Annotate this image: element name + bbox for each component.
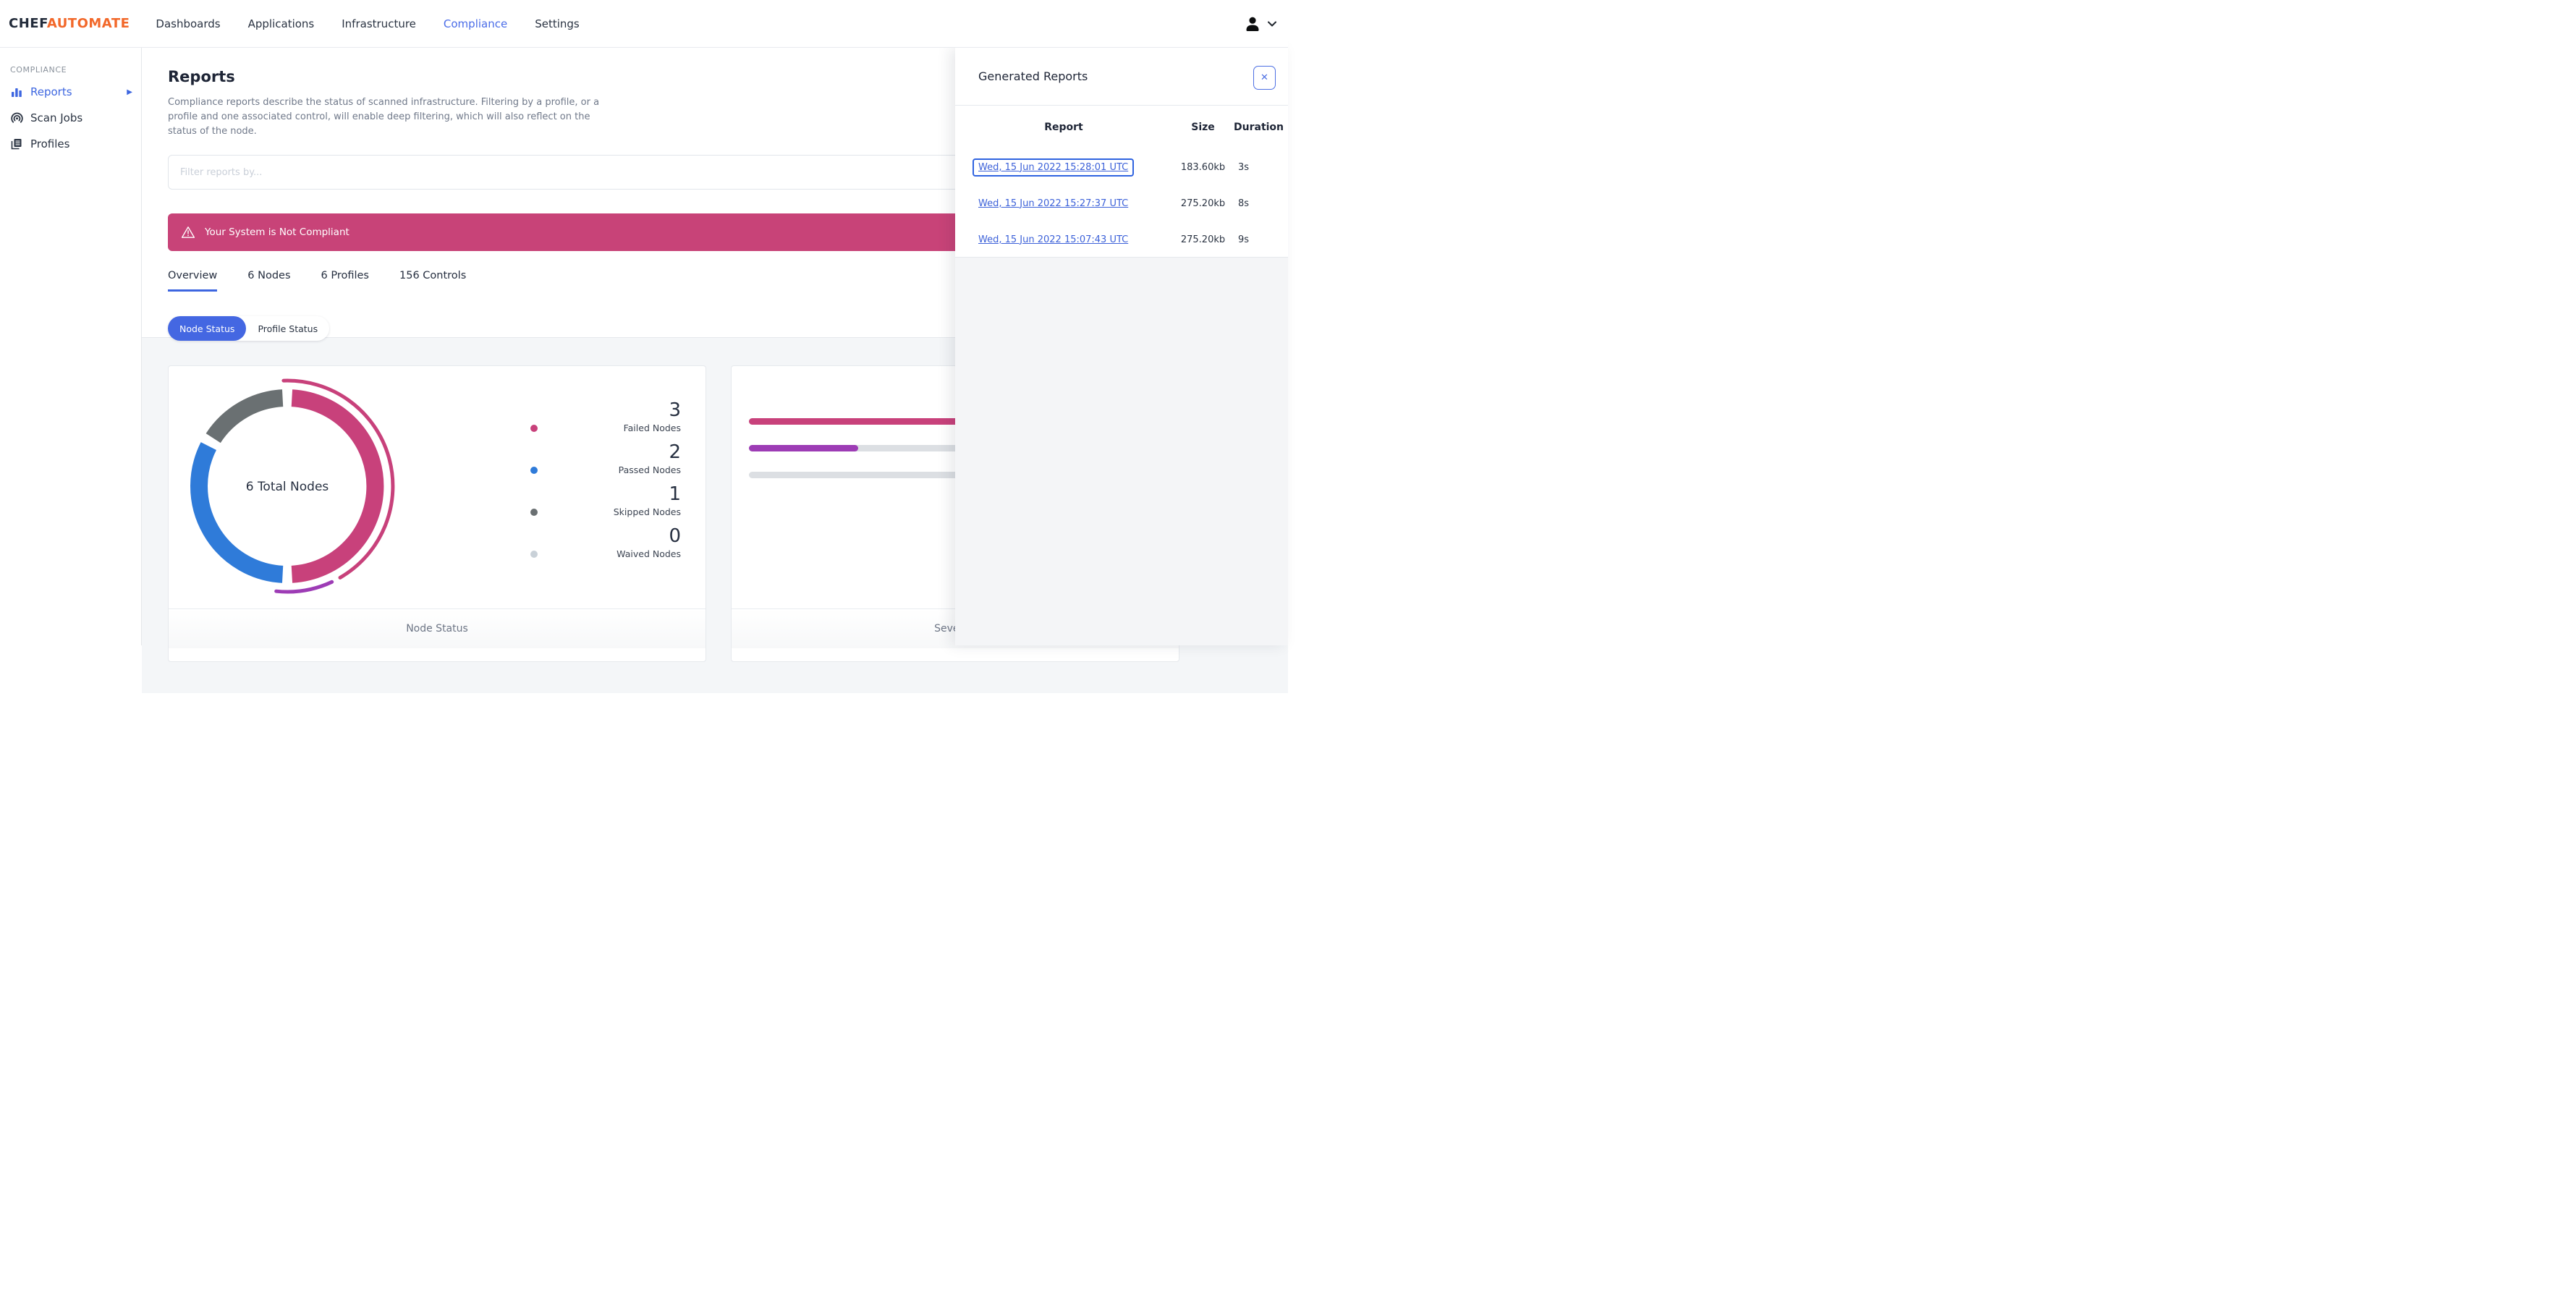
nav-item-applications[interactable]: Applications bbox=[248, 17, 315, 30]
expand-arrow-icon[interactable]: ▶ bbox=[127, 88, 132, 96]
report-size: 275.20kb bbox=[1180, 234, 1226, 245]
close-icon: ✕ bbox=[1261, 72, 1268, 83]
tab-controls[interactable]: 156 Controls bbox=[399, 270, 466, 292]
chevron-down-icon bbox=[1268, 21, 1276, 27]
tab-profiles[interactable]: 6 Profiles bbox=[321, 270, 369, 292]
radar-icon bbox=[10, 111, 23, 124]
bar-chart-icon bbox=[10, 85, 23, 98]
passed-count: 2 bbox=[669, 441, 681, 463]
legend-passed: 2 Passed Nodes bbox=[529, 443, 681, 475]
banner-message: Your System is Not Compliant bbox=[205, 226, 349, 239]
panel-title: Generated Reports bbox=[978, 69, 1088, 83]
table-row: Wed, 15 Jun 2022 15:27:37 UTC 275.20kb 8… bbox=[955, 185, 1288, 221]
generated-reports-panel: Generated Reports ✕ Report Size Duration… bbox=[955, 48, 1288, 645]
report-duration: 3s bbox=[1238, 161, 1250, 173]
user-menu[interactable] bbox=[1243, 0, 1276, 48]
column-report: Report bbox=[1044, 122, 1083, 133]
brand-chef: CHEF bbox=[9, 16, 47, 31]
report-link[interactable]: Wed, 15 Jun 2022 15:28:01 UTC bbox=[978, 162, 1128, 173]
table-row: Wed, 15 Jun 2022 15:07:43 UTC 275.20kb 9… bbox=[955, 221, 1288, 258]
generated-reports-table: Report Size Duration Wed, 15 Jun 2022 15… bbox=[955, 106, 1288, 258]
compliance-banner: Your System is Not Compliant bbox=[168, 213, 970, 252]
user-icon bbox=[1243, 14, 1262, 33]
node-status-toggle[interactable]: Node Status bbox=[168, 316, 247, 341]
sidebar-item-scan-jobs[interactable]: Scan Jobs bbox=[0, 105, 141, 131]
waived-count: 0 bbox=[669, 525, 681, 547]
legend-failed: 3 Failed Nodes bbox=[529, 401, 681, 433]
nav-item-compliance[interactable]: Compliance bbox=[444, 17, 507, 30]
report-link[interactable]: Wed, 15 Jun 2022 15:27:37 UTC bbox=[978, 198, 1128, 209]
brand-logo[interactable]: CHEFAUTOMATE bbox=[9, 16, 130, 31]
nav-item-settings[interactable]: Settings bbox=[535, 17, 580, 30]
report-size: 183.60kb bbox=[1180, 161, 1226, 173]
sidebar-item-label: Reports bbox=[30, 85, 72, 98]
sidebar-section-label: COMPLIANCE bbox=[10, 65, 67, 75]
report-link[interactable]: Wed, 15 Jun 2022 15:07:43 UTC bbox=[978, 234, 1128, 245]
reports-content: Reports Compliance reports describe the … bbox=[168, 48, 970, 292]
legend-skipped: 1 Skipped Nodes bbox=[529, 485, 681, 517]
skipped-count: 1 bbox=[669, 483, 681, 505]
donut-center-label: 6 Total Nodes bbox=[245, 479, 329, 494]
nav-item-infrastructure[interactable]: Infrastructure bbox=[342, 17, 416, 30]
page-description: Compliance reports describe the status o… bbox=[168, 97, 600, 137]
documents-icon bbox=[10, 137, 23, 150]
profile-status-toggle[interactable]: Profile Status bbox=[246, 316, 329, 341]
warning-icon bbox=[182, 226, 195, 239]
report-tabs: Overview 6 Nodes 6 Profiles 156 Controls bbox=[168, 270, 970, 292]
sidebar-item-label: Profiles bbox=[30, 137, 70, 150]
report-duration: 8s bbox=[1238, 198, 1250, 209]
brand-automate: AUTOMATE bbox=[46, 16, 130, 31]
nav-item-dashboards[interactable]: Dashboards bbox=[156, 17, 220, 30]
status-toggle: Node Status Profile Status bbox=[168, 316, 330, 341]
node-status-card-footer: Node Status bbox=[169, 608, 706, 648]
skipped-label: Skipped Nodes bbox=[613, 506, 681, 517]
passed-label: Passed Nodes bbox=[618, 464, 681, 475]
app-root: CHEFAUTOMATE Dashboards Applications Inf… bbox=[0, 0, 1288, 693]
legend-waived: 0 Waived Nodes bbox=[529, 527, 681, 559]
sidebar: COMPLIANCE Reports ▶ Scan Jobs Profiles bbox=[0, 48, 142, 645]
filter-input[interactable] bbox=[180, 166, 957, 178]
failed-dot-icon bbox=[530, 424, 538, 432]
table-row: Wed, 15 Jun 2022 15:28:01 UTC 183.60kb 3… bbox=[955, 149, 1288, 185]
sidebar-item-label: Scan Jobs bbox=[30, 111, 83, 124]
tab-overview[interactable]: Overview bbox=[168, 270, 218, 292]
sidebar-item-profiles[interactable]: Profiles bbox=[0, 131, 141, 157]
nav-items: Dashboards Applications Infrastructure C… bbox=[156, 17, 579, 30]
sidebar-item-reports[interactable]: Reports ▶ bbox=[0, 79, 141, 105]
tab-nodes[interactable]: 6 Nodes bbox=[247, 270, 290, 292]
node-status-donut-chart: 6 Total Nodes bbox=[179, 376, 396, 597]
filter-bar bbox=[168, 155, 970, 190]
failed-label: Failed Nodes bbox=[623, 423, 681, 433]
top-navigation: CHEFAUTOMATE Dashboards Applications Inf… bbox=[0, 0, 1288, 48]
close-button[interactable]: ✕ bbox=[1253, 66, 1276, 90]
page-title: Reports bbox=[168, 68, 235, 85]
report-duration: 9s bbox=[1238, 234, 1250, 245]
node-status-legend: 3 Failed Nodes 2 Passed Nodes 1 Skipped … bbox=[529, 401, 681, 559]
node-status-card: 6 Total Nodes 3 Failed Nodes 2 Passed No… bbox=[168, 365, 706, 662]
skipped-dot-icon bbox=[530, 508, 538, 516]
column-duration: Duration bbox=[1234, 122, 1284, 133]
column-size: Size bbox=[1191, 122, 1215, 133]
waived-label: Waived Nodes bbox=[617, 548, 681, 559]
waived-dot-icon bbox=[530, 550, 538, 558]
table-header-row: Report Size Duration bbox=[955, 106, 1288, 149]
passed-dot-icon bbox=[530, 466, 538, 474]
failed-count: 3 bbox=[669, 399, 681, 421]
report-size: 275.20kb bbox=[1180, 198, 1226, 209]
focused-link-ring: Wed, 15 Jun 2022 15:28:01 UTC bbox=[973, 158, 1135, 177]
panel-header: Generated Reports ✕ bbox=[955, 48, 1288, 106]
